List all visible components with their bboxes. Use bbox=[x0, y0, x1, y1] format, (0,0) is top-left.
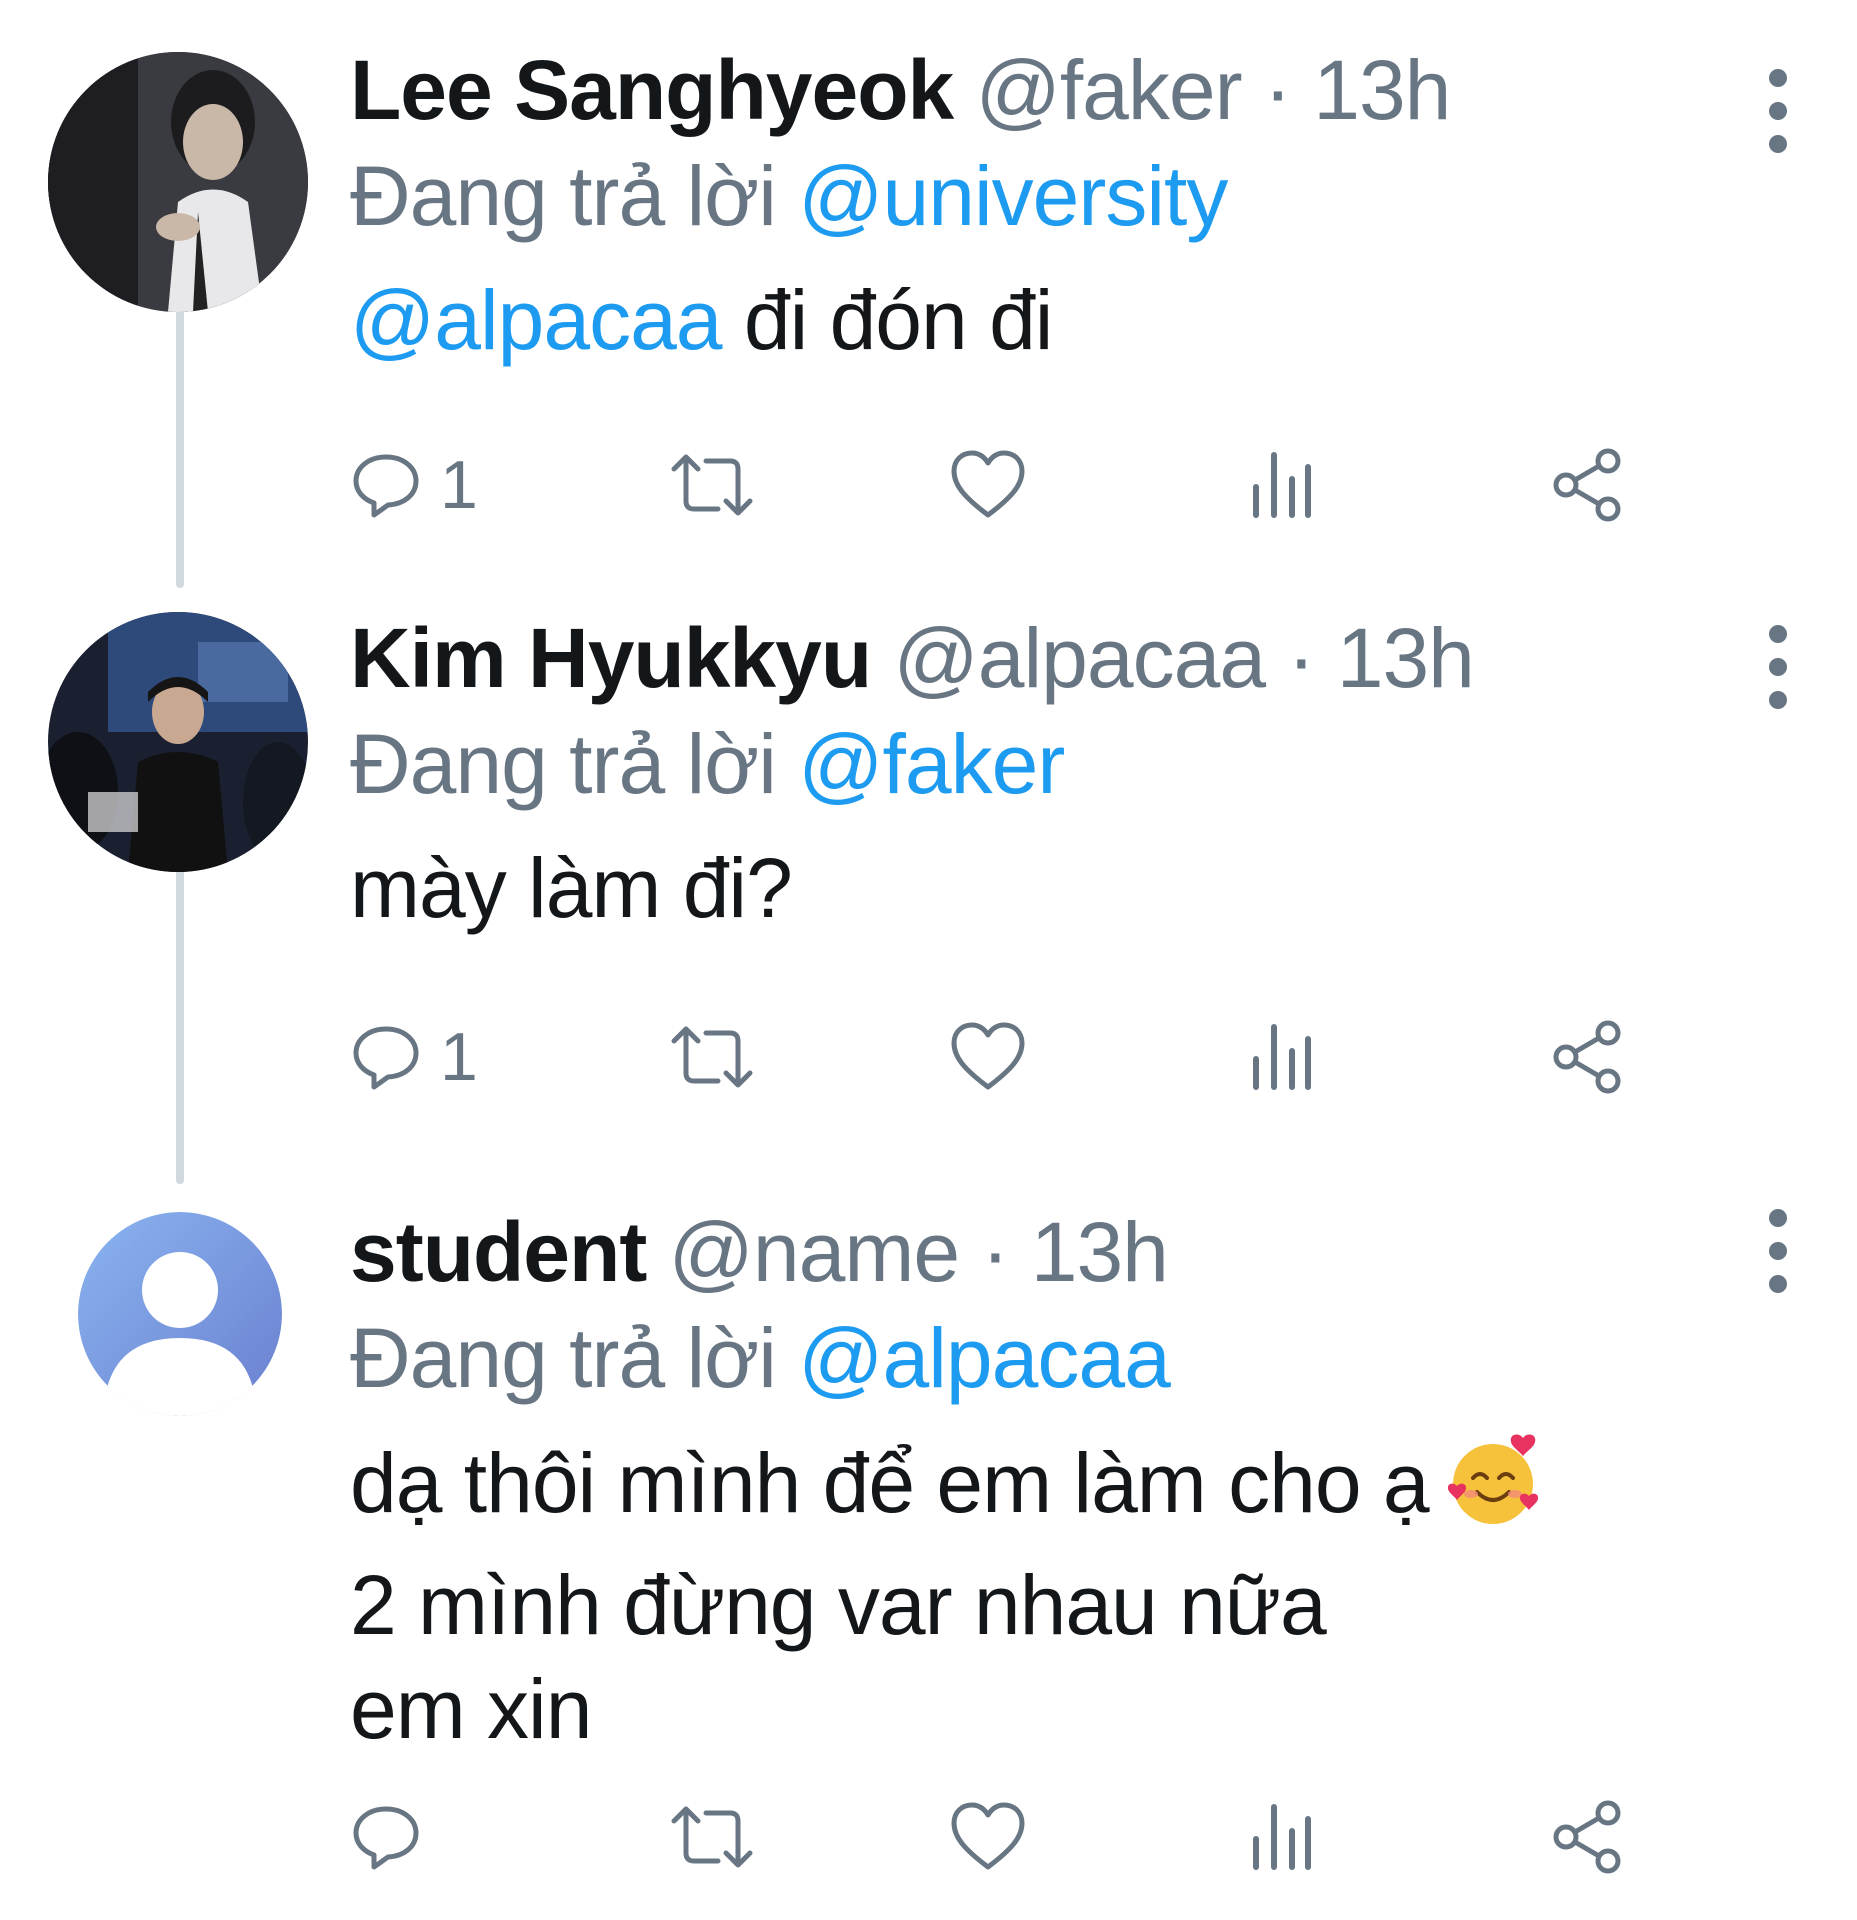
display-name[interactable]: Kim Hyukkyu bbox=[350, 611, 872, 705]
retweet-button[interactable] bbox=[670, 1792, 754, 1882]
retweet-button[interactable] bbox=[670, 1012, 754, 1102]
retweet-icon bbox=[670, 1801, 754, 1873]
separator-dot: · bbox=[1287, 611, 1315, 705]
tweet[interactable]: student @name · 13h Đang trả lời @alpaca… bbox=[0, 1182, 1857, 1882]
replying-to-mention[interactable]: @faker bbox=[798, 717, 1065, 811]
more-icon[interactable] bbox=[1763, 56, 1793, 166]
share-button[interactable] bbox=[1550, 1792, 1626, 1882]
separator-dot: · bbox=[981, 1205, 1009, 1299]
share-icon bbox=[1550, 1019, 1626, 1095]
tweet-actions bbox=[350, 1792, 1750, 1882]
smiling-face-with-hearts-icon bbox=[1443, 1430, 1543, 1553]
views-icon bbox=[1250, 1021, 1314, 1093]
display-name[interactable]: student bbox=[350, 1205, 647, 1299]
replying-prefix: Đang trả lời bbox=[350, 1311, 777, 1405]
tweet-text: dạ thôi mình để em làm cho ạ 2 mình đừng… bbox=[350, 1430, 1737, 1761]
tweet-header: student @name · 13h bbox=[350, 1202, 1737, 1302]
replying-to: Đang trả lời @faker bbox=[350, 714, 1737, 814]
tweet-actions: 1 bbox=[350, 440, 1750, 530]
timestamp[interactable]: 13h bbox=[1313, 43, 1451, 137]
share-button[interactable] bbox=[1550, 1012, 1626, 1102]
retweet-icon bbox=[670, 1021, 754, 1093]
timestamp[interactable]: 13h bbox=[1337, 611, 1475, 705]
tweet-text: mày làm đi? bbox=[350, 841, 793, 935]
avatar[interactable] bbox=[48, 52, 308, 312]
heart-icon bbox=[950, 1021, 1026, 1093]
default-user-avatar[interactable] bbox=[78, 1212, 282, 1416]
reply-count: 1 bbox=[440, 1019, 478, 1095]
replying-to: Đang trả lời @alpacaa bbox=[350, 1308, 1737, 1408]
replying-prefix: Đang trả lời bbox=[350, 149, 777, 243]
like-button[interactable] bbox=[950, 440, 1026, 530]
replying-to: Đang trả lời @university bbox=[350, 146, 1737, 246]
heart-icon bbox=[950, 449, 1026, 521]
share-button[interactable] bbox=[1550, 440, 1626, 530]
like-button[interactable] bbox=[950, 1012, 1026, 1102]
heart-icon bbox=[950, 1801, 1026, 1873]
retweet-icon bbox=[670, 449, 754, 521]
views-button[interactable] bbox=[1250, 1792, 1314, 1882]
replying-prefix: Đang trả lời bbox=[350, 717, 777, 811]
reply-button[interactable]: 1 bbox=[350, 440, 478, 530]
share-icon bbox=[1550, 447, 1626, 523]
text-line: dạ thôi mình để em làm cho ạ bbox=[350, 1430, 1737, 1553]
tweet-header: Lee Sanghyeok @faker · 13h bbox=[350, 40, 1737, 140]
text-line: em xin bbox=[350, 1662, 592, 1756]
user-handle[interactable]: @alpacaa bbox=[894, 611, 1267, 705]
reply-button[interactable] bbox=[350, 1792, 440, 1882]
user-handle[interactable]: @name bbox=[669, 1205, 960, 1299]
replying-to-mention[interactable]: @alpacaa bbox=[798, 1311, 1171, 1405]
reply-icon bbox=[350, 449, 422, 521]
text-body: đi đón đi bbox=[721, 273, 1054, 367]
text-line-1: dạ thôi mình để em làm cho ạ bbox=[350, 1436, 1430, 1530]
views-button[interactable] bbox=[1250, 440, 1314, 530]
like-button[interactable] bbox=[950, 1792, 1026, 1882]
tweet-header: Kim Hyukkyu @alpacaa · 13h bbox=[350, 608, 1737, 708]
retweet-button[interactable] bbox=[670, 440, 754, 530]
more-icon[interactable] bbox=[1763, 612, 1793, 722]
timestamp[interactable]: 13h bbox=[1031, 1205, 1169, 1299]
reply-button[interactable]: 1 bbox=[350, 1012, 478, 1102]
avatar[interactable] bbox=[48, 612, 308, 872]
tweet-actions: 1 bbox=[350, 1012, 1750, 1102]
views-icon bbox=[1250, 1801, 1314, 1873]
separator-dot: · bbox=[1263, 43, 1292, 137]
more-icon[interactable] bbox=[1763, 1196, 1793, 1306]
user-handle[interactable]: @faker bbox=[976, 43, 1243, 137]
tweet-text: @alpacaa đi đón đi bbox=[350, 268, 1737, 372]
views-button[interactable] bbox=[1250, 1012, 1314, 1102]
views-icon bbox=[1250, 449, 1314, 521]
text-mention[interactable]: @alpacaa bbox=[350, 273, 723, 367]
reply-icon bbox=[350, 1801, 422, 1873]
reply-icon bbox=[350, 1021, 422, 1093]
replying-to-mention[interactable]: @university bbox=[798, 149, 1228, 243]
text-line: 2 mình đừng var nhau nữa bbox=[350, 1558, 1327, 1652]
reply-count: 1 bbox=[440, 447, 478, 523]
share-icon bbox=[1550, 1799, 1626, 1875]
display-name[interactable]: Lee Sanghyeok bbox=[350, 43, 954, 137]
